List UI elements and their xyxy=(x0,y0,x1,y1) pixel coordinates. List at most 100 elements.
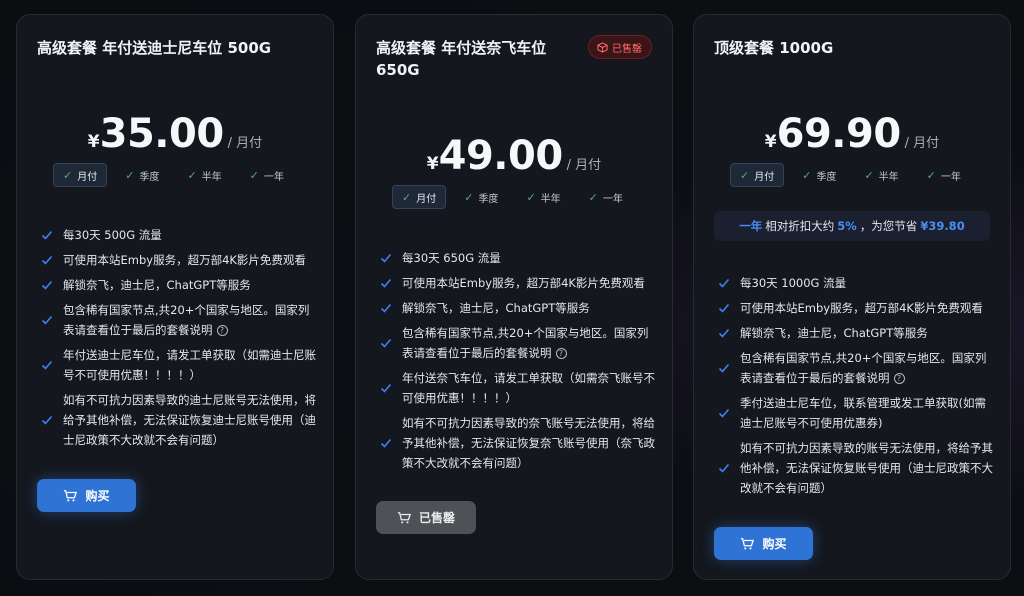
feature-item: 可使用本站Emby服务，超万部4K影片免费观看 xyxy=(380,273,656,293)
period-option-yearly[interactable]: ✓ 一年 xyxy=(579,185,633,209)
cart-icon xyxy=(397,511,411,523)
feature-text: 每30天 1000G 流量 xyxy=(740,276,847,290)
feature-text: 可使用本站Emby服务，超万部4K影片免费观看 xyxy=(740,301,983,315)
feature-item: 每30天 650G 流量 xyxy=(380,248,656,268)
plan-title: 高级套餐 年付送迪士尼车位 500G xyxy=(37,39,272,57)
check-icon xyxy=(718,362,740,374)
feature-text: 如有不可抗力因素导致的奈飞账号无法使用，将给予其他补偿，无法保证恢复奈飞账号使用… xyxy=(402,416,655,470)
plan-title: 顶级套餐 1000G xyxy=(714,39,834,57)
check-icon xyxy=(380,337,402,349)
check-icon xyxy=(41,229,63,241)
feature-text: 如有不可抗力因素导致的账号无法使用，将给予其他补偿，无法保证恢复账号使用（迪士尼… xyxy=(740,441,993,495)
plan-price: ¥35.00/ 月付 xyxy=(17,111,333,157)
feature-text: 每30天 500G 流量 xyxy=(63,228,162,242)
feature-text: 包含稀有国家节点,共20+个国家与地区。国家列表请查看位于最后的套餐说明 xyxy=(63,303,310,337)
period-selector: ✓ 月付 ✓ 季度 ✓ 半年 ✓ 一年 xyxy=(53,163,294,187)
period-label: 半年 xyxy=(878,171,899,183)
check-icon xyxy=(380,252,402,264)
buy-button[interactable]: 购买 xyxy=(37,479,136,512)
savings-banner: 一年 相对折扣大约 5% ，为您节省 ¥39.80 xyxy=(714,211,990,241)
check-icon: ✓ xyxy=(864,168,874,182)
button-label: 购买 xyxy=(762,537,787,551)
check-icon: ✓ xyxy=(588,190,598,204)
period-label: 一年 xyxy=(263,171,284,183)
feature-item: 包含稀有国家节点,共20+个国家与地区。国家列表请查看位于最后的套餐说明? xyxy=(718,348,994,388)
plan-title: 高级套餐 年付送奈飞车位 650G xyxy=(376,39,547,79)
savings-percent: 5% xyxy=(837,219,857,233)
check-icon: ✓ xyxy=(740,168,750,182)
period-label: 一年 xyxy=(602,193,623,205)
sold-out-button[interactable]: 已售罄 xyxy=(376,501,476,534)
question-circle-icon[interactable]: ? xyxy=(555,348,567,359)
period-option-monthly[interactable]: ✓ 月付 xyxy=(53,163,108,187)
question-circle-icon[interactable]: ? xyxy=(893,373,905,384)
check-icon: ✓ xyxy=(526,190,536,204)
feature-list: 每30天 500G 流量 可使用本站Emby服务，超万部4K影片免费观看 解锁奈… xyxy=(41,225,317,455)
period-option-halfyear[interactable]: ✓ 半年 xyxy=(177,163,231,187)
price-currency: ¥ xyxy=(764,132,777,152)
feature-item: 解锁奈飞，迪士尼，ChatGPT等服务 xyxy=(380,298,656,318)
period-option-halfyear[interactable]: ✓ 半年 xyxy=(854,163,908,187)
plan-price: ¥69.90/ 月付 xyxy=(694,111,1010,157)
feature-text: 解锁奈飞，迪士尼，ChatGPT等服务 xyxy=(63,278,251,292)
feature-item: 可使用本站Emby服务，超万部4K影片免费观看 xyxy=(718,298,994,318)
savings-text: ，为您节省 xyxy=(859,219,918,233)
feature-item: 季付送迪士尼车位，联系管理或发工单获取(如需迪士尼账号不可使用优惠券) xyxy=(718,393,994,433)
period-option-halfyear[interactable]: ✓ 半年 xyxy=(516,185,570,209)
savings-text: 相对折扣大约 xyxy=(765,219,835,233)
check-icon: ✓ xyxy=(187,168,197,182)
period-option-quarterly[interactable]: ✓ 季度 xyxy=(454,185,508,209)
period-option-monthly[interactable]: ✓ 月付 xyxy=(730,163,785,187)
period-option-monthly[interactable]: ✓ 月付 xyxy=(392,185,447,209)
feature-text: 解锁奈飞，迪士尼，ChatGPT等服务 xyxy=(402,301,590,315)
period-option-yearly[interactable]: ✓ 一年 xyxy=(917,163,971,187)
question-circle-icon[interactable]: ? xyxy=(216,325,228,336)
period-selector: ✓ 月付 ✓ 季度 ✓ 半年 ✓ 一年 xyxy=(392,185,633,209)
feature-item: 包含稀有国家节点,共20+个国家与地区。国家列表请查看位于最后的套餐说明? xyxy=(41,300,317,340)
feature-text: 可使用本站Emby服务，超万部4K影片免费观看 xyxy=(402,276,645,290)
period-label: 半年 xyxy=(201,171,222,183)
check-icon: ✓ xyxy=(63,168,73,182)
check-icon: ✓ xyxy=(402,190,412,204)
period-label: 月付 xyxy=(77,171,98,183)
check-icon xyxy=(41,414,63,426)
period-label: 月付 xyxy=(416,193,437,205)
feature-item: 解锁奈飞，迪士尼，ChatGPT等服务 xyxy=(41,275,317,295)
price-currency: ¥ xyxy=(87,132,100,152)
check-icon xyxy=(41,359,63,371)
buy-button[interactable]: 购买 xyxy=(714,527,813,560)
period-label: 半年 xyxy=(540,193,561,205)
period-label: 季度 xyxy=(816,171,837,183)
box-icon xyxy=(597,41,608,53)
price-amount: 35.00 xyxy=(99,111,225,157)
savings-amount: ¥39.80 xyxy=(920,219,965,233)
check-icon xyxy=(718,302,740,314)
price-amount: 49.00 xyxy=(438,133,564,179)
feature-item: 解锁奈飞，迪士尼，ChatGPT等服务 xyxy=(718,323,994,343)
plan-card-650g: 高级套餐 年付送奈飞车位 650G 已售罄 ¥49.00/ 月付 ✓ 月付 ✓ 季度… xyxy=(355,14,673,580)
badge-label: 已售罄 xyxy=(612,43,642,55)
price-currency: ¥ xyxy=(426,154,439,174)
check-icon xyxy=(380,302,402,314)
period-option-quarterly[interactable]: ✓ 季度 xyxy=(115,163,169,187)
check-icon xyxy=(380,277,402,289)
feature-list: 每30天 650G 流量 可使用本站Emby服务，超万部4K影片免费观看 解锁奈… xyxy=(380,248,656,478)
check-icon xyxy=(718,327,740,339)
check-icon xyxy=(41,314,63,326)
check-icon xyxy=(380,382,402,394)
feature-item: 如有不可抗力因素导致的账号无法使用，将给予其他补偿，无法保证恢复账号使用（迪士尼… xyxy=(718,438,994,498)
savings-period: 一年 xyxy=(739,219,763,233)
feature-text: 可使用本站Emby服务，超万部4K影片免费观看 xyxy=(63,253,306,267)
feature-text: 包含稀有国家节点,共20+个国家与地区。国家列表请查看位于最后的套餐说明 xyxy=(402,326,649,360)
check-icon xyxy=(718,277,740,289)
feature-text: 年付送迪士尼车位，请发工单获取（如需迪士尼账号不可使用优惠！！！！） xyxy=(63,348,316,382)
period-label: 季度 xyxy=(478,193,499,205)
check-icon xyxy=(380,437,402,449)
period-option-quarterly[interactable]: ✓ 季度 xyxy=(792,163,846,187)
period-option-yearly[interactable]: ✓ 一年 xyxy=(240,163,294,187)
feature-list: 每30天 1000G 流量 可使用本站Emby服务，超万部4K影片免费观看 解锁… xyxy=(718,273,994,503)
button-label: 已售罄 xyxy=(418,511,455,525)
check-icon: ✓ xyxy=(926,168,936,182)
price-period: / 月付 xyxy=(227,136,263,151)
check-icon: ✓ xyxy=(802,168,812,182)
